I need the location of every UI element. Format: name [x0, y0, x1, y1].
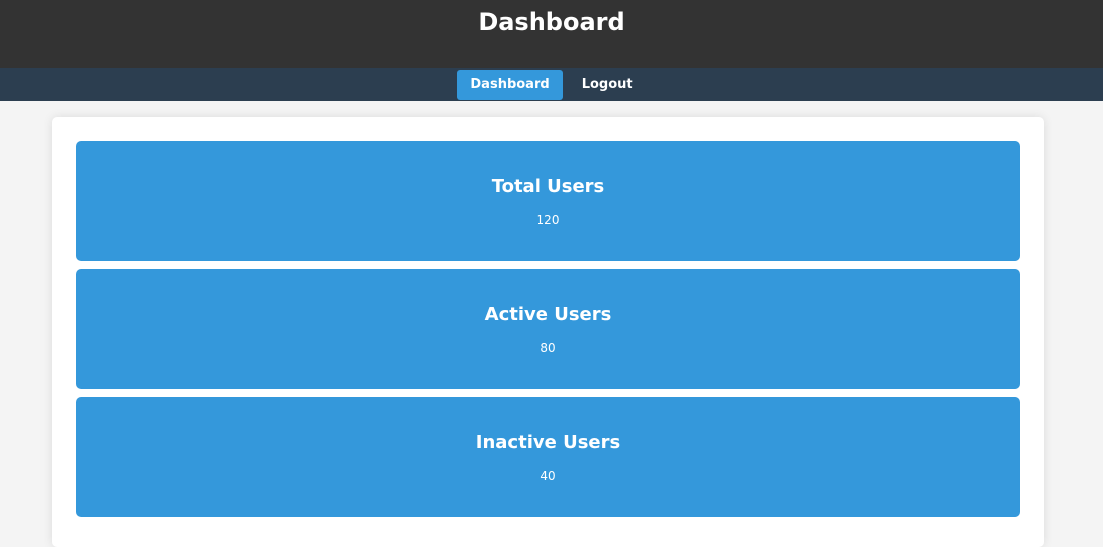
- nav-bar: Dashboard Logout: [0, 68, 1103, 101]
- stat-card-active-users: Active Users 80: [76, 269, 1020, 389]
- page-title: Dashboard: [478, 8, 625, 36]
- stat-card-value: 120: [536, 212, 560, 227]
- stat-card-title: Active Users: [484, 303, 612, 325]
- stat-card-total-users: Total Users 120: [76, 141, 1020, 261]
- stat-card-title: Total Users: [491, 175, 605, 197]
- page-header: Dashboard: [0, 0, 1103, 68]
- stat-card-inactive-users: Inactive Users 40: [76, 397, 1020, 517]
- stat-card-value: 40: [540, 468, 556, 483]
- stat-card-value: 80: [540, 340, 556, 355]
- nav-item-logout[interactable]: Logout: [569, 70, 646, 100]
- nav-item-dashboard[interactable]: Dashboard: [457, 70, 563, 100]
- dashboard-container: Total Users 120 Active Users 80 Inactive…: [52, 117, 1044, 547]
- stat-card-title: Inactive Users: [475, 431, 621, 453]
